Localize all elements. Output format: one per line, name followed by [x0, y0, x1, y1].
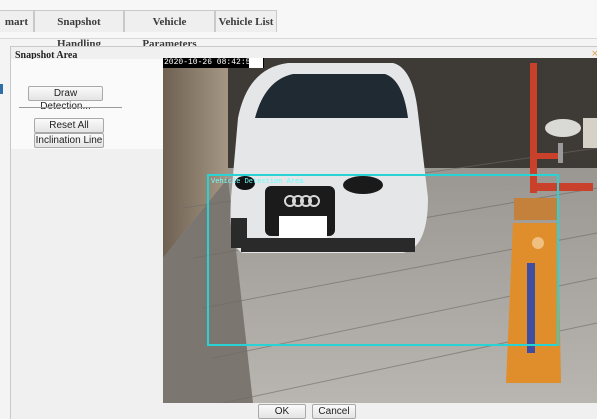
side-accent [0, 84, 3, 94]
detection-area-label: Vehicle Detection Area [211, 178, 304, 186]
tab-snapshot-handling[interactable]: Snapshot Handling [34, 10, 124, 50]
ok-button[interactable]: OK [258, 404, 306, 419]
timestamp-blank [249, 58, 263, 68]
tab-vehicle-parameters[interactable]: Vehicle Parameters [124, 10, 215, 50]
control-panel: Draw Detection... Reset All Inclination … [11, 59, 163, 149]
divider [19, 107, 122, 108]
cancel-button[interactable]: Cancel [312, 404, 356, 419]
detection-area-box[interactable] [207, 174, 559, 346]
reset-all-button[interactable]: Reset All [34, 118, 104, 133]
video-preview[interactable]: 2020-10-26 08:42:52 Vehicle Detection Ar… [163, 58, 597, 403]
tab-smart[interactable]: mart [0, 10, 34, 32]
tab-vehicle-list[interactable]: Vehicle List [215, 10, 277, 32]
inclination-line-button[interactable]: Inclination Line [34, 133, 104, 148]
draw-detection-button[interactable]: Draw Detection... [28, 86, 103, 112]
tab-bar: mart Snapshot Handling Vehicle Parameter… [0, 0, 597, 50]
